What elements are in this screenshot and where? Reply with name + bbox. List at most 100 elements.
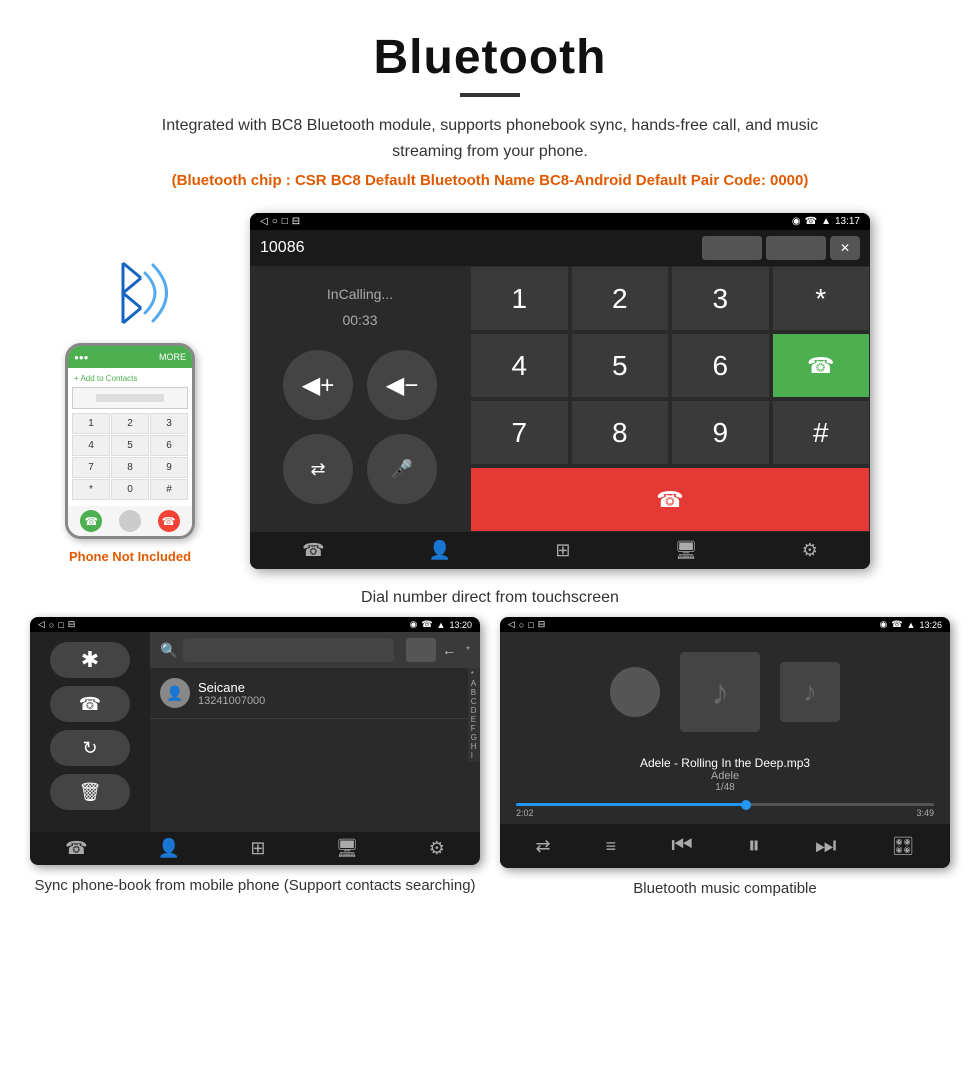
phone-end-button[interactable]: ☎ — [158, 510, 180, 532]
equalizer-icon[interactable]: 🎛 — [892, 836, 915, 857]
dialpad-nav-icon[interactable]: ⊞ — [555, 540, 570, 561]
pb-sms-icon[interactable]: 🖥 — [336, 838, 359, 859]
contact-row[interactable]: 👤 Seicane 13241007000 — [150, 668, 468, 719]
contact-avatar: 👤 — [160, 678, 190, 708]
pb-time: 13:20 — [449, 620, 472, 630]
phone-call-button[interactable]: ☎ — [80, 510, 102, 532]
progress-times: 2:02 3:49 — [516, 808, 934, 818]
switch-button[interactable]: ⇄ — [283, 434, 353, 504]
wifi-icon: ▲ — [821, 216, 831, 227]
delete-button[interactable]: ✕ — [830, 236, 860, 260]
key-9[interactable]: 9 — [671, 400, 770, 465]
refresh-sidebar-icon[interactable]: ↻ — [50, 730, 130, 766]
key-6[interactable]: 6 — [671, 333, 770, 398]
phone-key[interactable]: 3 — [150, 413, 188, 434]
delete-sidebar-icon[interactable]: 🗑 — [50, 774, 130, 810]
playlist-icon[interactable]: ≡ — [606, 836, 617, 857]
star-label: * — [466, 645, 470, 656]
prev-icon[interactable]: ⏮ — [671, 832, 693, 860]
play-pause-icon[interactable]: ⏸ — [748, 832, 760, 860]
settings-nav-icon[interactable]: ⚙ — [802, 540, 818, 561]
key-1[interactable]: 1 — [470, 266, 569, 331]
call-button[interactable]: ☎ — [772, 333, 871, 398]
contact-name: Seicane — [198, 680, 265, 695]
calls-nav-icon[interactable]: ☎ — [302, 540, 324, 561]
bottom-nav: ☎ 👤 ⊞ 🖥 ⚙ — [250, 532, 870, 569]
album-area: ♪ ♪ — [500, 632, 950, 752]
contact-number: 13241007000 — [198, 695, 265, 707]
phone-key[interactable]: * — [72, 479, 110, 500]
sms-nav-icon[interactable]: 🖥 — [675, 540, 698, 561]
key-4[interactable]: 4 — [470, 333, 569, 398]
phonebook-search-bar: 🔍 ← * — [150, 632, 480, 668]
phone-key[interactable]: 2 — [111, 413, 149, 434]
dial-screen: ◁ ○ □ ⊟ ◉ ☎ ▲ 13:17 10086 — [250, 213, 870, 569]
phone-key[interactable]: 0 — [111, 479, 149, 500]
phone-key[interactable]: 6 — [150, 435, 188, 456]
phone-key[interactable]: # — [150, 479, 188, 500]
mu-call-icon: ☎ — [891, 619, 902, 630]
pb-contacts-icon[interactable]: 👤 — [158, 838, 180, 859]
status-bar: ◁ ○ □ ⊟ ◉ ☎ ▲ 13:17 — [250, 213, 870, 230]
dialer-left: InCalling... 00:33 ◀+ ◀− ⇄ 🎤 — [250, 266, 470, 532]
progress-track — [516, 803, 934, 806]
key-star[interactable]: * — [772, 266, 871, 331]
bluetooth-wave-icon — [85, 253, 175, 333]
pb-calls-icon[interactable]: ☎ — [65, 838, 87, 859]
key-7[interactable]: 7 — [470, 400, 569, 465]
mic-button[interactable]: 🎤 — [367, 434, 437, 504]
phonebook-status-bar: ◁ ○ □ ⊟ ◉ ☎ ▲ 13:20 — [30, 617, 480, 632]
page-header: Bluetooth Integrated with BC8 Bluetooth … — [0, 0, 980, 203]
phone-mockup: ●●● MORE + Add to Contacts 1 2 3 4 5 6 — [65, 343, 195, 539]
key-8[interactable]: 8 — [571, 400, 670, 465]
vol-up-button[interactable]: ◀+ — [283, 350, 353, 420]
phone-keypad: 1 2 3 4 5 6 7 8 9 * 0 # — [70, 411, 190, 502]
phonebook-caption: Sync phone-book from mobile phone (Suppo… — [34, 875, 475, 896]
phone-key[interactable]: 4 — [72, 435, 110, 456]
phone-key[interactable]: 7 — [72, 457, 110, 478]
key-hash[interactable]: # — [772, 400, 871, 465]
call-sidebar-icon[interactable]: ☎ — [50, 686, 130, 722]
call-status: InCalling... — [327, 286, 393, 302]
key-3[interactable]: 3 — [671, 266, 770, 331]
phone-top-bar: ●●● MORE — [68, 346, 192, 368]
location-icon: ◉ — [792, 216, 801, 227]
phone-key[interactable]: 8 — [111, 457, 149, 478]
page-title: Bluetooth — [20, 30, 960, 85]
shuffle-icon[interactable]: ⇄ — [536, 836, 551, 857]
pb-settings-icon[interactable]: ⚙ — [429, 838, 445, 859]
volume-buttons: ◀+ ◀− — [281, 348, 439, 422]
key-2[interactable]: 2 — [571, 266, 670, 331]
search-icon: 🔍 — [160, 642, 177, 659]
phone-number-display — [72, 387, 188, 409]
pb-right-icons: ◉ ☎ ▲ 13:20 — [409, 619, 472, 630]
pb-call-icon: ☎ — [421, 619, 432, 630]
call-time: 00:33 — [342, 312, 377, 328]
vol-down-button[interactable]: ◀− — [367, 350, 437, 420]
nav-icons: ◁ ○ □ ⊟ — [260, 216, 300, 227]
music-progress: 2:02 3:49 — [500, 797, 950, 824]
phone-bottom-bar: ☎ ☎ — [68, 506, 192, 536]
phone-key[interactable]: 1 — [72, 413, 110, 434]
contacts-nav-icon[interactable]: 👤 — [429, 540, 451, 561]
mu-home-icon: ○ — [519, 620, 524, 630]
end-call-button[interactable]: ☎ — [470, 467, 870, 532]
album-art-secondary: ♪ — [780, 662, 840, 722]
key-5[interactable]: 5 — [571, 333, 670, 398]
phone-key[interactable]: 9 — [150, 457, 188, 478]
progress-dot[interactable] — [741, 800, 751, 810]
pb-dialpad-icon[interactable]: ⊞ — [250, 838, 265, 859]
phone-key[interactable]: 5 — [111, 435, 149, 456]
progress-fill — [516, 803, 746, 806]
phone-more-label: MORE — [159, 352, 186, 362]
screen-icon: ⊟ — [292, 216, 300, 227]
next-icon[interactable]: ⏭ — [815, 832, 837, 860]
mu-back-icon: ◁ — [508, 619, 515, 630]
keypad-grid: 1 2 3 * 4 5 6 ☎ 7 8 9 # ☎ — [470, 266, 870, 532]
page-subtitle: Integrated with BC8 Bluetooth module, su… — [150, 113, 830, 164]
music-section: ◁ ○ □ ⊟ ◉ ☎ ▲ 13:26 ♪ — [500, 617, 950, 899]
search-input[interactable] — [183, 638, 394, 662]
back-button[interactable]: ← — [442, 642, 456, 658]
mu-right-icons: ◉ ☎ ▲ 13:26 — [879, 619, 942, 630]
mu-nav-icons: ◁ ○ □ ⊟ — [508, 619, 545, 630]
